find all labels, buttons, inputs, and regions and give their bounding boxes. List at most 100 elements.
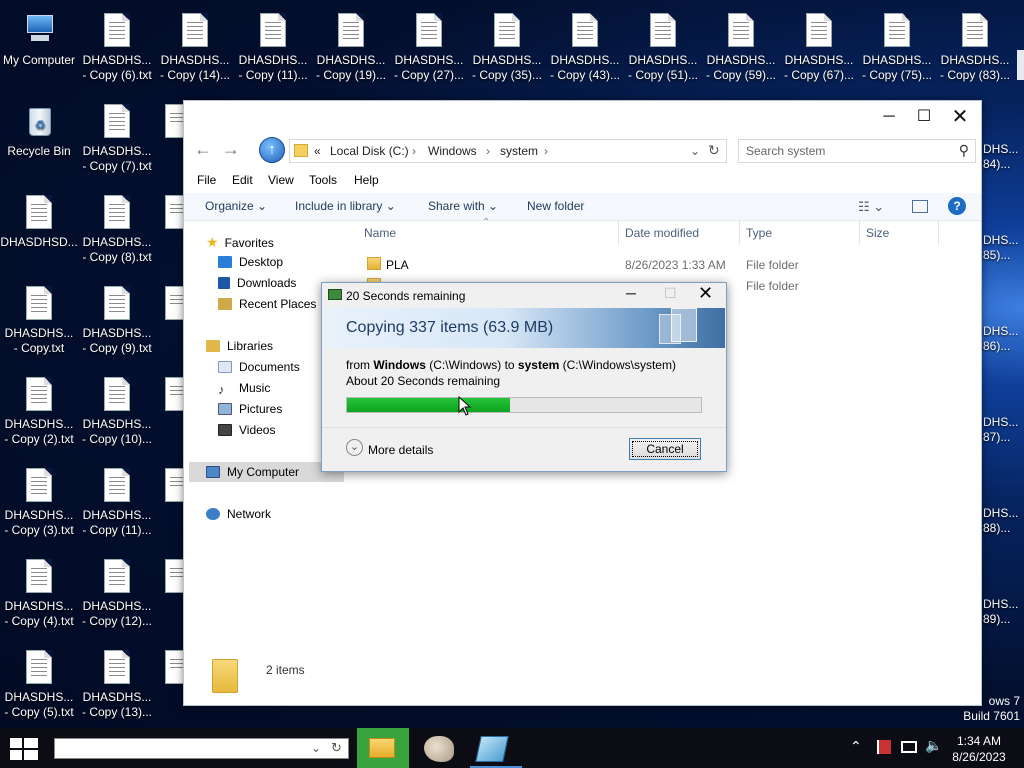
desktop-icon-file[interactable]: DHASDHS... - Copy (75)... xyxy=(858,5,936,93)
help-icon[interactable]: ? xyxy=(948,197,966,215)
desktop-icon-file[interactable]: DHASDHS... - Copy (35)... xyxy=(468,5,546,93)
desktop-icon-file[interactable]: DHASDHS... - Copy (59)... xyxy=(702,5,780,93)
view-options-icon[interactable]: ☷ ⌄ xyxy=(858,199,884,215)
desktop-icon-file[interactable]: DHASDHS... - Copy (19)... xyxy=(312,5,390,93)
action-center-flag-icon[interactable] xyxy=(877,740,891,754)
column-date-modified[interactable]: Date modified xyxy=(625,226,699,240)
column-divider[interactable] xyxy=(938,221,939,245)
breadcrumb-separator[interactable]: › xyxy=(412,144,416,158)
preview-pane-icon[interactable] xyxy=(912,200,928,213)
search-box[interactable]: Search system ⚲ xyxy=(738,139,976,163)
desktop-icon-file[interactable]: DHASDHS... - Copy (4).txt xyxy=(0,551,78,639)
nav-documents[interactable]: Documents xyxy=(218,360,300,374)
breadcrumb-separator[interactable]: › xyxy=(544,144,548,158)
search-icon[interactable]: ⚲ xyxy=(959,142,969,159)
nav-network[interactable]: Network xyxy=(206,507,271,521)
nav-favorites[interactable]: ★ Favorites xyxy=(206,234,274,251)
network-tray-icon[interactable] xyxy=(901,741,917,753)
breadcrumb-local-disk[interactable]: Local Disk (C:) xyxy=(330,144,409,158)
destination-name[interactable]: system xyxy=(518,358,559,372)
copy-progress-dialog[interactable]: 20 Seconds remaining ─ ☐ ✕ Copying 337 i… xyxy=(321,282,727,472)
desktop-icon-file[interactable] xyxy=(161,642,183,730)
menu-edit[interactable]: Edit xyxy=(232,173,253,187)
desktop-icon-file[interactable]: DHASDHS... - Copy (5).txt xyxy=(0,642,78,730)
up-button[interactable]: ↑ xyxy=(259,137,285,163)
volume-icon[interactable]: 🔈 xyxy=(925,737,942,754)
nav-videos[interactable]: Videos xyxy=(218,423,275,437)
column-type[interactable]: Type xyxy=(746,226,772,240)
menu-file[interactable]: File xyxy=(197,173,216,187)
address-bar[interactable]: « Local Disk (C:) › Windows › system › ⌄… xyxy=(289,139,727,163)
address-dropdown-icon[interactable]: ⌄ xyxy=(690,144,700,158)
desktop-icon-file[interactable]: DHASDHS... - Copy (83)... xyxy=(936,5,1014,93)
desktop-icon-file[interactable] xyxy=(161,369,183,457)
desktop-icon-file[interactable]: DHASDHS... - Copy (12)... xyxy=(78,551,156,639)
more-details-toggle[interactable]: More details xyxy=(368,443,433,457)
new-folder-button[interactable]: New folder xyxy=(527,199,584,213)
desktop-icon-file[interactable]: DHASDHS... - Copy (43)... xyxy=(546,5,624,93)
nav-desktop[interactable]: Desktop xyxy=(218,255,283,269)
desktop-icon-file[interactable] xyxy=(161,96,183,184)
nav-downloads[interactable]: Downloads xyxy=(218,276,296,290)
expand-chevron-icon[interactable]: ⌄ xyxy=(346,439,363,456)
include-in-library-button[interactable]: Include in library ⌄ xyxy=(295,199,396,213)
paint-app-icon[interactable] xyxy=(424,736,454,762)
organize-button[interactable]: Organize ⌄ xyxy=(205,199,267,213)
desktop-icon-file[interactable]: DHASDHS... - Copy (14)... xyxy=(156,5,234,93)
dialog-close-button[interactable]: ✕ xyxy=(698,283,713,304)
column-divider[interactable] xyxy=(618,221,619,245)
dialog-minimize-button[interactable]: ─ xyxy=(626,285,636,301)
desktop-icon-file[interactable]: DHASDHS... - Copy (13)... xyxy=(78,642,156,730)
share-with-button[interactable]: Share with ⌄ xyxy=(428,199,498,213)
menu-view[interactable]: View xyxy=(268,173,294,187)
desktop-icon-file[interactable]: DHASDHS... - Copy (10)... xyxy=(78,369,156,457)
nav-pictures[interactable]: Pictures xyxy=(218,402,282,416)
menu-tools[interactable]: Tools xyxy=(309,173,337,187)
column-name[interactable]: Name xyxy=(364,226,396,240)
maximize-button[interactable]: ☐ xyxy=(906,105,942,131)
taskbar-explorer-button[interactable] xyxy=(357,728,409,768)
desktop-icon-file[interactable]: DHASDHS... - Copy (3).txt xyxy=(0,460,78,548)
nav-libraries[interactable]: Libraries xyxy=(206,339,273,353)
menu-help[interactable]: Help xyxy=(354,173,379,187)
column-divider[interactable] xyxy=(859,221,860,245)
file-row[interactable]: PLA 8/26/2023 1:33 AM File folder xyxy=(362,254,962,274)
dropdown-icon[interactable]: ⌄ xyxy=(311,741,321,755)
close-button[interactable]: ✕ xyxy=(942,105,978,131)
back-button[interactable]: ← xyxy=(194,139,212,160)
desktop-icon-file[interactable] xyxy=(161,278,183,366)
desktop-icon-file[interactable]: DHASDHS... - Copy (51)... xyxy=(624,5,702,93)
desktop-icon-file[interactable]: DHASDHS... - Copy (27)... xyxy=(390,5,468,93)
source-name[interactable]: Windows xyxy=(373,358,426,372)
forward-button[interactable]: → xyxy=(222,139,240,160)
desktop-icon-file[interactable] xyxy=(161,187,183,275)
address-overflow[interactable]: « xyxy=(314,144,321,158)
breadcrumb-separator[interactable]: › xyxy=(486,144,490,158)
desktop-icon-file[interactable]: DHASDHSD... xyxy=(0,187,78,275)
desktop-icon-file[interactable]: DHASDHS... - Copy (8).txt xyxy=(78,187,156,275)
refresh-icon[interactable]: ↻ xyxy=(708,142,720,159)
refresh-icon[interactable]: ↻ xyxy=(331,740,342,756)
breadcrumb-windows[interactable]: Windows xyxy=(428,144,477,158)
desktop-icon-my-computer[interactable]: My Computer xyxy=(0,5,78,93)
desktop-icon-file[interactable]: DHASDHS... - Copy (67)... xyxy=(780,5,858,93)
notepad-app-icon[interactable] xyxy=(475,736,509,762)
desktop-icon-file[interactable]: DHASDHS... - Copy (2).txt xyxy=(0,369,78,457)
desktop-icon-file[interactable]: DHASDHS... - Copy (11)... xyxy=(78,460,156,548)
clock[interactable]: 1:34 AM 8/26/2023 xyxy=(944,733,1014,765)
taskbar-search-input[interactable]: ⌄ ↻ xyxy=(54,738,349,759)
desktop-icon-file[interactable]: DHASDHS... - Copy (7).txt xyxy=(78,96,156,184)
desktop-icon-recycle-bin[interactable]: ♻ Recycle Bin xyxy=(0,96,78,184)
show-hidden-icons-icon[interactable]: ⌃ xyxy=(850,738,862,755)
desktop-icon-file[interactable] xyxy=(161,551,183,639)
start-button[interactable] xyxy=(10,738,38,760)
desktop-icon-file[interactable]: DHASDHS... - Copy (6).txt xyxy=(78,5,156,93)
column-divider[interactable] xyxy=(739,221,740,245)
nav-my-computer[interactable]: My Computer xyxy=(206,465,299,479)
desktop-icon-file[interactable]: DHASDHS... - Copy (11)... xyxy=(234,5,312,93)
search-input[interactable]: Search system xyxy=(746,144,825,158)
nav-recent-places[interactable]: Recent Places xyxy=(218,297,316,311)
cancel-button[interactable]: Cancel xyxy=(629,438,701,460)
breadcrumb-system[interactable]: system xyxy=(500,144,538,158)
desktop-icon-file[interactable]: DHASDHS... - Copy (9).txt xyxy=(78,278,156,366)
